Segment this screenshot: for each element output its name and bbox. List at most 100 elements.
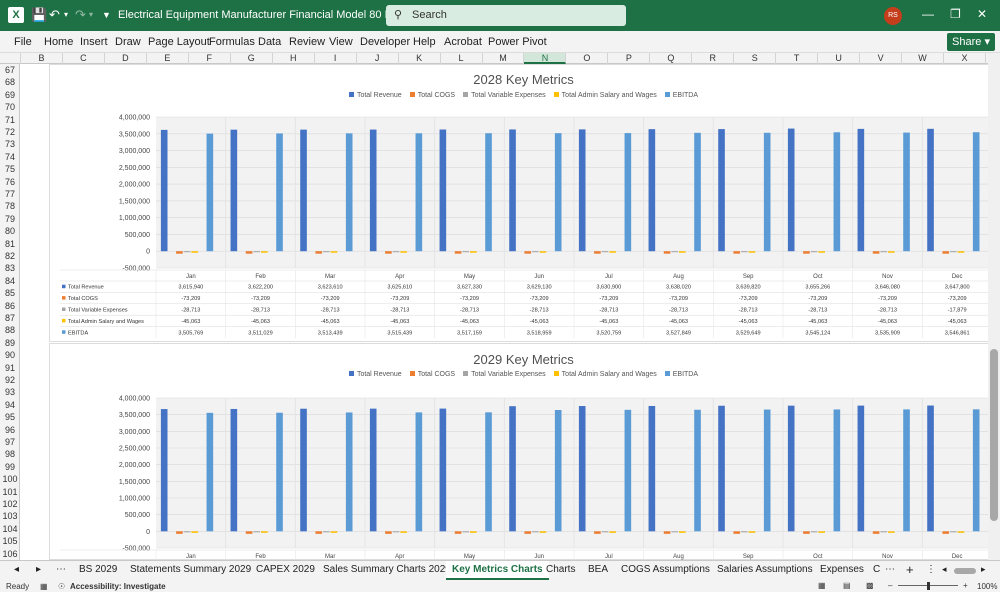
column-header-j[interactable]: J	[357, 53, 399, 64]
more-tabs-right-icon[interactable]: ⋯	[885, 564, 895, 575]
search-input[interactable]: ⚲ Search	[386, 5, 626, 26]
column-header-f[interactable]: F	[189, 53, 231, 64]
row-header[interactable]: 80	[0, 225, 20, 237]
column-header-e[interactable]: E	[147, 53, 189, 64]
row-header[interactable]: 97	[0, 436, 20, 448]
column-header-g[interactable]: G	[231, 53, 273, 64]
row-header[interactable]: 67	[0, 64, 20, 76]
menu-file[interactable]: File	[14, 36, 32, 48]
undo-icon[interactable]: ↶	[49, 7, 60, 23]
row-header[interactable]: 82	[0, 250, 20, 262]
column-header-n[interactable]: N	[524, 53, 567, 64]
tab-capex-2029[interactable]: CAPEX 2029	[256, 564, 315, 575]
more-options-icon[interactable]: ⋮	[926, 564, 936, 575]
row-header[interactable]: 88	[0, 324, 20, 336]
worksheet-grid[interactable]: 2028 Key Metrics Total Revenue Total COGS…	[21, 64, 988, 560]
tab-cogs-assumptions[interactable]: COGS Assumptions	[621, 564, 710, 575]
row-header[interactable]: 81	[0, 238, 20, 250]
column-header-r[interactable]: R	[692, 53, 735, 64]
column-header-s[interactable]: S	[734, 53, 777, 64]
scrollbar-thumb[interactable]	[990, 349, 998, 521]
row-header[interactable]: 95	[0, 411, 20, 423]
column-header-q[interactable]: Q	[650, 53, 693, 64]
column-header-t[interactable]: T	[776, 53, 819, 64]
row-header[interactable]: 106	[0, 548, 20, 560]
redo-dropdown-icon[interactable]: ▾	[89, 7, 93, 23]
vertical-scrollbar[interactable]	[988, 53, 1000, 560]
zoom-slider-handle[interactable]	[927, 582, 930, 590]
menu-developer[interactable]: Developer	[360, 36, 410, 48]
tab-scroll-left-icon[interactable]: ◂	[14, 564, 19, 575]
row-header[interactable]: 68	[0, 76, 20, 88]
undo-dropdown-icon[interactable]: ▾	[64, 7, 68, 23]
column-header-u[interactable]: U	[818, 53, 861, 64]
tab-scroll-right-icon[interactable]: ▸	[36, 564, 41, 575]
row-header[interactable]: 87	[0, 312, 20, 324]
menu-home[interactable]: Home	[44, 36, 73, 48]
column-header-v[interactable]: V	[860, 53, 903, 64]
column-header-k[interactable]: K	[399, 53, 441, 64]
row-header[interactable]: 103	[0, 510, 20, 522]
normal-view-icon[interactable]: ▦	[818, 581, 826, 590]
tab-expenses[interactable]: Expenses	[820, 564, 864, 575]
customize-toolbar-icon[interactable]: ▼	[102, 7, 111, 23]
row-header[interactable]: 96	[0, 424, 20, 436]
tab-bea[interactable]: BEA	[588, 564, 608, 575]
row-header[interactable]: 84	[0, 275, 20, 287]
column-header-b[interactable]: B	[21, 53, 63, 64]
tab-sales-summary-charts-2029[interactable]: Sales Summary Charts 2029	[323, 564, 451, 575]
tab-salaries-assumptions[interactable]: Salaries Assumptions	[717, 564, 813, 575]
save-icon[interactable]: 💾	[31, 7, 47, 23]
accessibility-icon[interactable]: ☉	[58, 582, 65, 591]
hscroll-thumb[interactable]	[954, 568, 976, 574]
menu-view[interactable]: View	[329, 36, 353, 48]
share-button[interactable]: Share ▾	[947, 33, 995, 51]
zoom-out-icon[interactable]: –	[888, 581, 892, 590]
column-header-m[interactable]: M	[483, 53, 525, 64]
row-header[interactable]: 105	[0, 535, 20, 547]
row-header[interactable]: 91	[0, 362, 20, 374]
add-sheet-icon[interactable]: +	[906, 562, 914, 577]
accessibility-status[interactable]: Accessibility: Investigate	[70, 582, 166, 591]
menu-acrobat[interactable]: Acrobat	[444, 36, 482, 48]
minimize-icon[interactable]: —	[922, 7, 934, 21]
page-layout-view-icon[interactable]: ▤	[843, 581, 851, 590]
tab-statements-summary-2029[interactable]: Statements Summary 2029	[130, 564, 251, 575]
zoom-in-icon[interactable]: +	[963, 581, 968, 590]
row-header[interactable]: 92	[0, 374, 20, 386]
row-header[interactable]: 72	[0, 126, 20, 138]
more-tabs-icon[interactable]: ⋯	[56, 564, 66, 575]
column-header-d[interactable]: D	[105, 53, 147, 64]
row-header[interactable]: 79	[0, 213, 20, 225]
row-header[interactable]: 85	[0, 287, 20, 299]
row-header[interactable]: 70	[0, 101, 20, 113]
row-header[interactable]: 104	[0, 523, 20, 535]
row-header[interactable]: 98	[0, 448, 20, 460]
row-header[interactable]: 101	[0, 486, 20, 498]
menu-formulas[interactable]: Formulas	[209, 36, 255, 48]
zoom-level[interactable]: 100%	[977, 582, 997, 591]
column-header-p[interactable]: P	[608, 53, 651, 64]
row-header[interactable]: 89	[0, 337, 20, 349]
row-header[interactable]: 78	[0, 200, 20, 212]
menu-data[interactable]: Data	[258, 36, 281, 48]
row-header[interactable]: 100	[0, 473, 20, 485]
row-header[interactable]: 86	[0, 300, 20, 312]
row-header[interactable]: 93	[0, 386, 20, 398]
column-header-o[interactable]: O	[566, 53, 609, 64]
chart-2029-key-metrics[interactable]: 2029 Key Metrics Total Revenue Total COGS…	[49, 343, 988, 560]
row-header[interactable]: 73	[0, 138, 20, 150]
redo-icon[interactable]: ↷	[75, 7, 86, 23]
menu-page-layout[interactable]: Page Layout	[148, 36, 210, 48]
column-header-x[interactable]: X	[944, 53, 986, 64]
tab-key-metrics-charts[interactable]: Key Metrics Charts	[446, 561, 549, 580]
row-header[interactable]: 75	[0, 163, 20, 175]
page-break-view-icon[interactable]: ▩	[866, 581, 874, 590]
row-header[interactable]: 90	[0, 349, 20, 361]
close-icon[interactable]: ✕	[977, 7, 987, 21]
row-header[interactable]: 77	[0, 188, 20, 200]
row-header[interactable]: 69	[0, 89, 20, 101]
menu-help[interactable]: Help	[413, 36, 436, 48]
tab-bs-2029[interactable]: BS 2029	[79, 564, 117, 575]
row-header[interactable]: 94	[0, 399, 20, 411]
